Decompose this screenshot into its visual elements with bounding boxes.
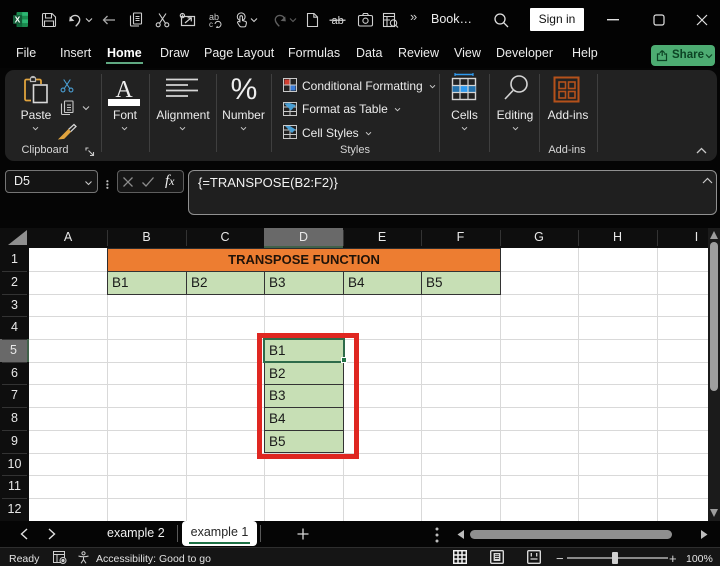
svg-text:X: X <box>15 15 21 25</box>
svg-text:ab: ab <box>332 15 344 27</box>
svg-text:c: c <box>209 20 213 28</box>
svg-text:%: % <box>231 73 258 105</box>
